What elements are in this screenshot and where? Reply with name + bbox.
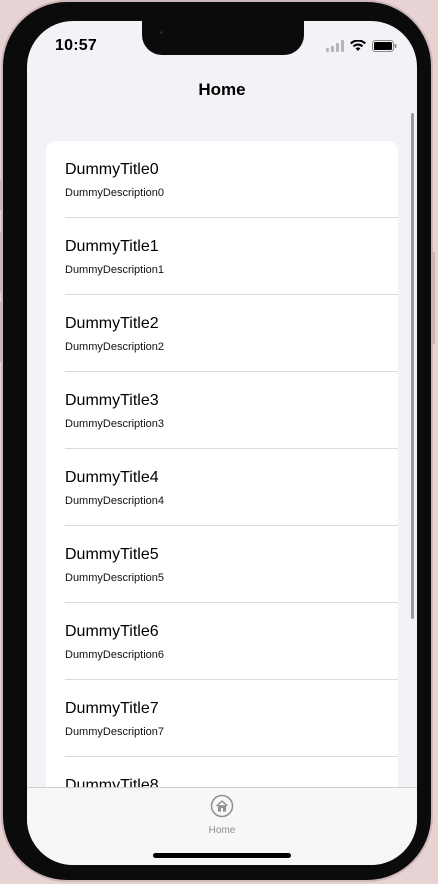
item-title: DummyTitle7 [65,700,159,717]
camera-icon: • [160,28,163,37]
list-item[interactable]: DummyTitle7 DummyDescription7 [46,680,398,757]
item-title: DummyTitle3 [65,392,159,409]
status-time: 10:57 [55,37,97,54]
phone-frame: • 10:57 Home DummyTitle0 DummyDescriptio… [0,2,435,880]
item-title: DummyTitle2 [65,315,159,332]
mute-switch [0,180,2,210]
item-title: DummyTitle0 [65,161,159,178]
list-item[interactable]: DummyTitle4 DummyDescription4 [46,449,398,526]
volume-up-button [0,232,2,292]
status-icons [326,39,397,57]
item-title: DummyTitle5 [65,546,159,563]
list-item[interactable]: DummyTitle1 DummyDescription1 [46,218,398,295]
item-title: DummyTitle1 [65,238,159,255]
list-item[interactable]: DummyTitle0 DummyDescription0 [46,141,398,218]
navigation-bar: Home [27,68,417,112]
item-description: DummyDescription5 [65,572,165,584]
item-description: DummyDescription1 [65,264,165,276]
signal-icon [326,39,344,57]
screen: • 10:57 Home DummyTitle0 DummyDescriptio… [27,21,417,865]
page-title: Home [198,80,246,99]
tab-home[interactable]: Home [197,794,247,836]
item-list: DummyTitle0 DummyDescription0 DummyTitle… [46,141,398,861]
list-item[interactable]: DummyTitle2 DummyDescription2 [46,295,398,372]
home-indicator[interactable] [153,853,291,858]
volume-down-button [0,302,2,362]
item-title: DummyTitle6 [65,623,159,640]
item-title: DummyTitle4 [65,469,159,486]
list-item[interactable]: DummyTitle6 DummyDescription6 [46,603,398,680]
item-description: DummyDescription2 [65,341,165,353]
list-item[interactable]: DummyTitle5 DummyDescription5 [46,526,398,603]
battery-icon [372,39,397,57]
item-description: DummyDescription0 [65,187,165,199]
house-icon [210,794,234,823]
power-button [432,252,435,344]
notch: • [142,21,304,55]
scroll-indicator[interactable] [411,113,414,619]
item-description: DummyDescription4 [65,495,165,507]
item-description: DummyDescription3 [65,418,165,430]
tab-label: Home [208,825,236,836]
wifi-icon [350,39,366,57]
item-description: DummyDescription7 [65,726,165,738]
list-item[interactable]: DummyTitle3 DummyDescription3 [46,372,398,449]
item-description: DummyDescription6 [65,649,165,661]
